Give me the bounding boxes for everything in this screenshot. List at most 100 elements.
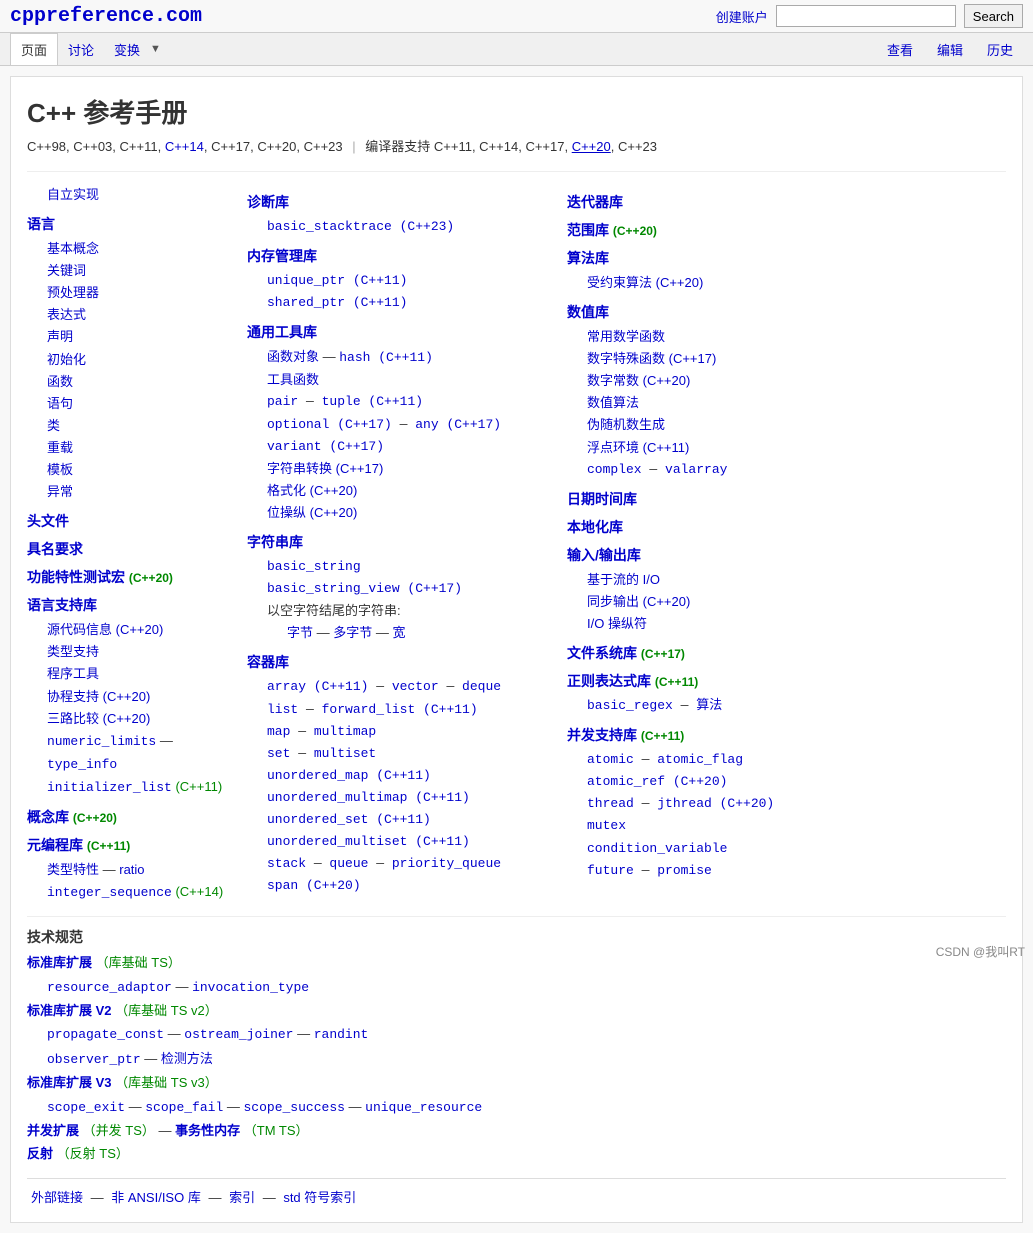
function-obj-link[interactable]: 函数对象 (267, 349, 319, 364)
scope-success-link[interactable]: scope_success (244, 1100, 345, 1115)
propagate-const-link[interactable]: propagate_const (47, 1027, 164, 1042)
priority-queue-link[interactable]: priority_queue (392, 856, 501, 871)
tab-transform[interactable]: 变换 (104, 34, 150, 65)
nav-history[interactable]: 历史 (977, 34, 1023, 65)
unique-resource-link[interactable]: unique_resource (365, 1100, 482, 1115)
scope-exit-link[interactable]: scope_exit (47, 1100, 125, 1115)
randint-link[interactable]: randint (314, 1027, 369, 1042)
cpp20-compiler-link[interactable]: C++20 (572, 139, 611, 154)
unordered-set-link[interactable]: unordered_set (C++11) (267, 812, 431, 827)
random-link[interactable]: 伪随机数生成 (587, 417, 665, 432)
mutex-link[interactable]: mutex (587, 818, 626, 833)
invocation-type-link[interactable]: invocation_type (192, 980, 309, 995)
create-account-link[interactable]: 创建账户 (716, 7, 768, 26)
math-const-link[interactable]: 数字常数 (C++20) (587, 373, 690, 388)
basic-string-view-link[interactable]: basic_string_view (C++17) (267, 581, 462, 596)
multiset-link[interactable]: multiset (314, 746, 376, 761)
utility-func-link[interactable]: 工具函数 (267, 372, 319, 387)
stream-io-link[interactable]: 基于流的 I/O (587, 572, 660, 587)
tab-page[interactable]: 页面 (10, 33, 58, 65)
hash-link[interactable]: hash (C++11) (339, 350, 433, 365)
program-util-link[interactable]: 程序工具 (47, 666, 99, 681)
scope-fail-link[interactable]: scope_fail (145, 1100, 223, 1115)
std-symbol-index-link[interactable]: std 符号索引 (283, 1190, 356, 1205)
pair-link[interactable]: pair (267, 394, 298, 409)
jthread-link[interactable]: jthread (C++20) (657, 796, 774, 811)
vector-link[interactable]: vector (392, 679, 439, 694)
index-link[interactable]: 索引 (229, 1190, 255, 1205)
atomic-ref-link[interactable]: atomic_ref (C++20) (587, 774, 727, 789)
expressions-link[interactable]: 表达式 (47, 307, 86, 322)
basic-regex-link[interactable]: basic_regex (587, 698, 673, 713)
unordered-multimap-link[interactable]: unordered_multimap (C++11) (267, 790, 470, 805)
transform-dropdown-arrow[interactable]: ▼ (150, 43, 161, 55)
non-ansi-link[interactable]: 非 ANSI/ISO 库 (111, 1190, 201, 1205)
numeric-algo-link[interactable]: 数值算法 (587, 395, 639, 410)
complex-link[interactable]: complex (587, 462, 642, 477)
condition-variable-link[interactable]: condition_variable (587, 841, 727, 856)
type-traits-link[interactable]: 类型特性 (47, 862, 99, 877)
queue-link[interactable]: queue (329, 856, 368, 871)
ostream-joiner-link[interactable]: ostream_joiner (184, 1027, 293, 1042)
constrained-algo-link[interactable]: 受约束算法 (C++20) (587, 275, 703, 290)
tuple-link[interactable]: tuple (C++11) (322, 394, 423, 409)
nav-view[interactable]: 查看 (877, 34, 923, 65)
reflection-link[interactable]: 反射 (27, 1146, 53, 1161)
io-manip-link[interactable]: I/O 操纵符 (587, 616, 647, 631)
search-input[interactable] (776, 5, 956, 27)
three-way-link[interactable]: 三路比较 (C++20) (47, 711, 150, 726)
type-support-link[interactable]: 类型支持 (47, 644, 99, 659)
initializer-list-link[interactable]: initializer_list (47, 780, 172, 795)
bit-manip-link[interactable]: 位操纵 (C++20) (267, 505, 357, 520)
optional-link[interactable]: optional (C++17) (267, 417, 392, 432)
statements-link[interactable]: 语句 (47, 396, 73, 411)
stack-link[interactable]: stack (267, 856, 306, 871)
exceptions-link[interactable]: 异常 (47, 484, 73, 499)
thread-link[interactable]: thread (587, 796, 634, 811)
tab-discuss[interactable]: 讨论 (58, 34, 104, 65)
charconv-link[interactable]: 字符串转换 (C++17) (267, 461, 383, 476)
byte-str-link[interactable]: 字节 (287, 625, 313, 640)
observer-ptr-link[interactable]: observer_ptr (47, 1052, 141, 1067)
unique-ptr-link[interactable]: unique_ptr (C++11) (267, 273, 407, 288)
std-ext2-link[interactable]: 标准库扩展 V2 (27, 1003, 112, 1018)
special-func-link[interactable]: 数字特殊函数 (C++17) (587, 351, 716, 366)
std-ext-link[interactable]: 标准库扩展 (27, 955, 92, 970)
fenv-link[interactable]: 浮点环境 (C++11) (587, 440, 689, 455)
promise-link[interactable]: promise (657, 863, 712, 878)
detection-link[interactable]: 检测方法 (161, 1051, 213, 1066)
overload-link[interactable]: 重载 (47, 440, 73, 455)
initialization-link[interactable]: 初始化 (47, 352, 86, 367)
basic-concepts-link[interactable]: 基本概念 (47, 241, 99, 256)
templates-link[interactable]: 模板 (47, 462, 73, 477)
deque-link[interactable]: deque (462, 679, 501, 694)
future-link[interactable]: future (587, 863, 634, 878)
variant-link[interactable]: variant (C++17) (267, 439, 384, 454)
list-link[interactable]: list (267, 702, 298, 717)
std-ext3-link[interactable]: 标准库扩展 V3 (27, 1075, 112, 1090)
shared-ptr-link[interactable]: shared_ptr (C++11) (267, 295, 407, 310)
type-info-link[interactable]: type_info (47, 757, 117, 772)
format-link[interactable]: 格式化 (C++20) (267, 483, 357, 498)
array-link[interactable]: array (C++11) (267, 679, 368, 694)
transactional-mem-link[interactable]: 事务性内存 (175, 1123, 240, 1138)
basic-string-link[interactable]: basic_string (267, 559, 361, 574)
nav-edit[interactable]: 编辑 (927, 34, 973, 65)
multibyte-str-link[interactable]: 多字节 (333, 625, 372, 640)
declarations-link[interactable]: 声明 (47, 329, 73, 344)
coroutine-link[interactable]: 协程支持 (C++20) (47, 689, 150, 704)
map-link[interactable]: map (267, 724, 290, 739)
wide-str-link[interactable]: 宽 (393, 625, 406, 640)
atomic-flag-link[interactable]: atomic_flag (657, 752, 743, 767)
classes-link[interactable]: 类 (47, 418, 60, 433)
set-link[interactable]: set (267, 746, 290, 761)
search-button[interactable]: Search (964, 4, 1023, 28)
ratio-link[interactable]: ratio (119, 862, 144, 877)
source-info-link[interactable]: 源代码信息 (C++20) (47, 622, 163, 637)
concurrent-ext-link[interactable]: 并发扩展 (27, 1123, 79, 1138)
self-impl-link[interactable]: 自立实现 (47, 187, 99, 202)
unordered-map-link[interactable]: unordered_map (C++11) (267, 768, 431, 783)
external-links-link[interactable]: 外部链接 (31, 1190, 83, 1205)
any-link[interactable]: any (C++17) (415, 417, 501, 432)
numeric-limits-link[interactable]: numeric_limits (47, 734, 156, 749)
